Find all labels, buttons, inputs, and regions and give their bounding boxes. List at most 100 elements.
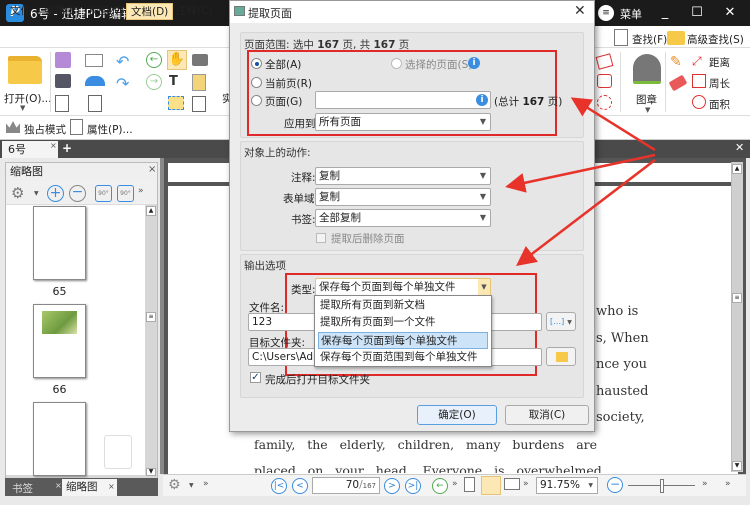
snapshot-select-icon[interactable] bbox=[168, 96, 184, 110]
go-back-button[interactable]: ← bbox=[432, 478, 448, 494]
maximize-button[interactable]: ☐ bbox=[686, 3, 708, 23]
type-select[interactable]: 保存每个页面到每个单独文件 ▼ bbox=[315, 278, 491, 296]
form-fields-select[interactable]: 复制 ▼ bbox=[315, 188, 491, 206]
cloud-icon[interactable] bbox=[597, 95, 612, 110]
find-button[interactable]: 查找(F) bbox=[632, 32, 667, 47]
area-button[interactable]: 面积 bbox=[709, 97, 730, 112]
minimize-button[interactable]: _ bbox=[654, 3, 676, 23]
menu-edit[interactable]: 编辑(E) bbox=[40, 3, 84, 20]
filename-macro-button[interactable]: […] ▼ bbox=[546, 312, 576, 331]
page-thumbnail[interactable] bbox=[33, 304, 86, 378]
more-icon[interactable]: » bbox=[725, 479, 731, 489]
type-option-selected[interactable]: 保存每个页面到每个单独文件 bbox=[318, 332, 488, 349]
pentagon-icon[interactable] bbox=[597, 74, 612, 88]
hand-tool-icon[interactable]: ✋ bbox=[167, 50, 187, 70]
scroll-up-icon[interactable]: ▲ bbox=[146, 206, 156, 216]
advanced-find-button[interactable]: 高级查找(S) bbox=[687, 32, 744, 47]
ok-button[interactable]: 确定(O) bbox=[417, 405, 497, 425]
open-folder-label[interactable]: 完成后打开目标文件夹 bbox=[265, 372, 370, 387]
apply-to-select[interactable]: 所有页面 ▼ bbox=[315, 113, 491, 131]
bookmarks-select[interactable]: 全部复制 ▼ bbox=[315, 209, 491, 227]
menu-label[interactable]: 菜单 bbox=[620, 6, 642, 22]
print-icon[interactable] bbox=[55, 74, 71, 88]
page-thumbnail[interactable] bbox=[33, 206, 86, 280]
tab-close-icon[interactable]: × bbox=[55, 481, 62, 490]
thumbnail-scrollbar[interactable] bbox=[145, 205, 157, 475]
page-thumbnail[interactable] bbox=[33, 402, 86, 476]
forward-icon[interactable]: → bbox=[146, 74, 162, 90]
pencil-icon[interactable]: ✎ bbox=[670, 54, 684, 70]
scroll-down-icon[interactable]: ▼ bbox=[146, 468, 156, 476]
close-button[interactable]: ✕ bbox=[719, 3, 741, 23]
new-doc-icon[interactable] bbox=[88, 95, 102, 112]
previous-page-button[interactable]: < bbox=[292, 478, 308, 494]
more-icon[interactable]: » bbox=[203, 479, 209, 489]
type-option[interactable]: 提取所有页面到新文档 bbox=[318, 297, 488, 314]
save-icon[interactable] bbox=[55, 52, 71, 68]
more-icon[interactable]: » bbox=[452, 479, 458, 489]
distance-button[interactable]: 距离 bbox=[709, 55, 730, 70]
scan-icon[interactable] bbox=[85, 76, 105, 86]
panel-close-icon[interactable]: × bbox=[148, 164, 156, 175]
perimeter-icon[interactable] bbox=[692, 74, 706, 88]
dialog-close-button[interactable]: ✕ bbox=[574, 3, 586, 19]
more-icon[interactable]: » bbox=[138, 186, 144, 196]
folder-open-icon[interactable] bbox=[8, 56, 42, 84]
close-document-icon[interactable]: ✕ bbox=[735, 141, 744, 154]
find-doc-icon[interactable] bbox=[192, 96, 206, 112]
last-page-button[interactable]: >| bbox=[405, 478, 421, 494]
zoom-slider-handle[interactable] bbox=[660, 479, 664, 493]
menu-file[interactable]: 文件 bbox=[6, 3, 35, 20]
stamp-button[interactable]: 图章 bbox=[636, 92, 657, 107]
new-tab-icon[interactable]: + bbox=[62, 141, 72, 155]
stamp-icon[interactable] bbox=[633, 54, 661, 84]
scroll-up-icon[interactable]: ▲ bbox=[732, 164, 742, 174]
info-icon[interactable]: i bbox=[468, 57, 480, 69]
zoom-out-button[interactable]: − bbox=[607, 477, 623, 493]
document-scrollbar[interactable] bbox=[731, 162, 743, 472]
radio-current-page-label[interactable]: 当前页(R) bbox=[265, 76, 312, 91]
advanced-find-icon[interactable] bbox=[667, 31, 685, 45]
open-button[interactable]: 打开(O)... bbox=[4, 91, 51, 106]
browse-folder-button[interactable] bbox=[546, 347, 576, 366]
more-icon[interactable]: » bbox=[702, 479, 708, 489]
tab-bookmarks[interactable]: 书签 bbox=[12, 481, 33, 496]
menu-view[interactable]: 视图(V) bbox=[84, 3, 128, 20]
undo-icon[interactable]: ↶ bbox=[116, 52, 129, 71]
type-option[interactable]: 提取所有页面到一个文件 bbox=[318, 314, 488, 331]
single-page-icon[interactable] bbox=[464, 477, 475, 492]
scroll-thumb[interactable]: ≡ bbox=[146, 312, 156, 322]
page-number-input[interactable]: 70/167 bbox=[312, 477, 380, 494]
type-option[interactable]: 保存每个页面范围到每个单独文件 bbox=[318, 349, 488, 366]
first-page-button[interactable]: |< bbox=[271, 478, 287, 494]
annotations-select[interactable]: 复制 ▼ bbox=[315, 167, 491, 185]
continuous-page-icon[interactable] bbox=[481, 476, 501, 495]
distance-icon[interactable]: ⤢ bbox=[692, 54, 702, 69]
properties-button[interactable]: 属性(P)... bbox=[87, 122, 133, 137]
gear-icon[interactable]: ⚙ bbox=[168, 477, 181, 493]
splitter[interactable] bbox=[160, 158, 164, 474]
facing-pages-icon[interactable] bbox=[504, 478, 520, 490]
export-icon[interactable] bbox=[55, 95, 69, 112]
radio-pages-label[interactable]: 页面(G) bbox=[265, 94, 302, 109]
tab-close-icon[interactable]: × bbox=[50, 141, 57, 150]
menu-document[interactable]: 文档(D) bbox=[126, 3, 174, 20]
menu-comment[interactable]: 注释(C) bbox=[172, 3, 217, 20]
scroll-down-icon[interactable]: ▼ bbox=[732, 461, 742, 471]
email-icon[interactable] bbox=[85, 54, 103, 67]
chevron-down-icon[interactable]: ▼ bbox=[189, 482, 194, 489]
redo-icon[interactable]: ↷ bbox=[116, 74, 129, 93]
gear-icon[interactable]: ⚙ bbox=[11, 184, 24, 202]
chevron-down-icon[interactable]: ▼ bbox=[478, 279, 490, 295]
cancel-button[interactable]: 取消(C) bbox=[505, 405, 589, 425]
chevron-down-icon[interactable]: ▼ bbox=[645, 106, 650, 114]
radio-current-page[interactable] bbox=[251, 77, 262, 88]
area-icon[interactable] bbox=[692, 95, 706, 109]
rotate-left-icon[interactable]: 90° bbox=[95, 185, 112, 202]
exclusive-mode-button[interactable]: 独占模式 bbox=[24, 122, 66, 137]
radio-pages[interactable] bbox=[251, 95, 262, 106]
rotate-right-icon[interactable]: 90° bbox=[117, 185, 134, 202]
chevron-down-icon[interactable]: ▼ bbox=[20, 104, 25, 112]
camera-icon[interactable] bbox=[192, 54, 208, 66]
find-icon[interactable] bbox=[614, 29, 628, 46]
